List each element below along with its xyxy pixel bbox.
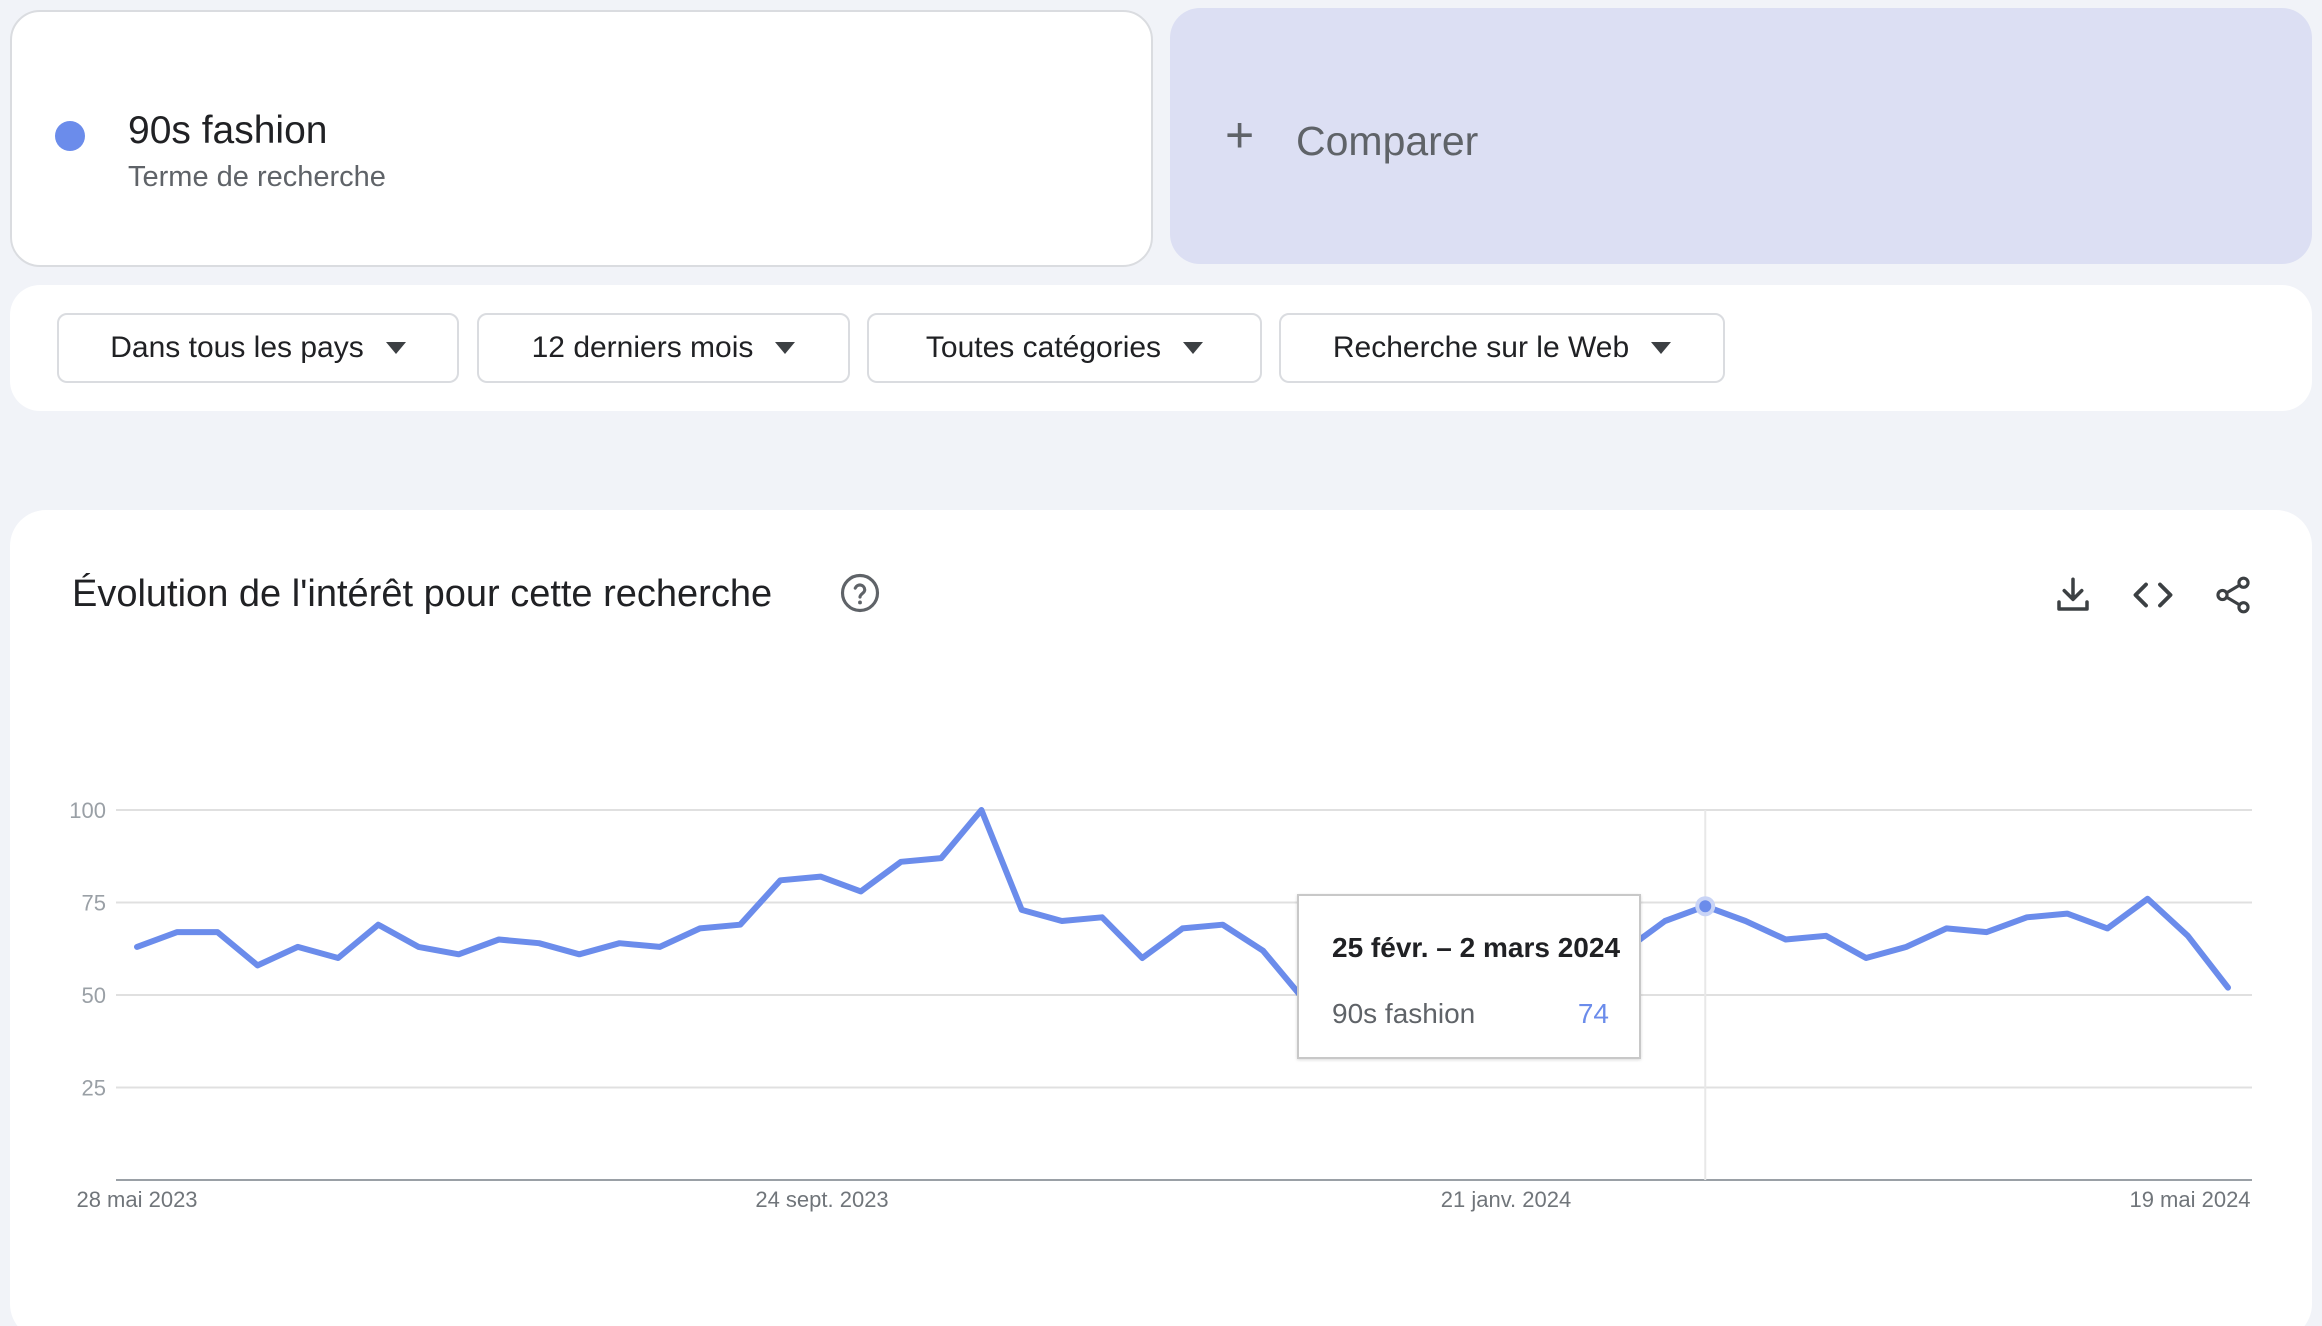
caret-down-icon [775,342,796,354]
compare-button[interactable]: + Comparer [1170,8,2312,264]
series-color-dot [55,121,85,151]
filter-country-label: Dans tous les pays [110,331,364,364]
x-tick-label: 28 mai 2023 [76,1187,197,1212]
filter-country[interactable]: Dans tous les pays [57,313,459,383]
tooltip-date: 25 févr. – 2 mars 2024 [1332,932,1621,963]
highlight-point [1699,900,1712,913]
line-chart[interactable]: 25 50 75 100 28 mai 2023 24 sept. 2023 21 janv… [10,510,2312,1326]
search-term-name[interactable]: 90s fashion [128,109,327,153]
filter-time-range-label: 12 derniers mois [531,331,754,364]
filter-category[interactable]: Toutes catégories [867,313,1262,383]
x-tick-label: 21 janv. 2024 [1441,1187,1571,1212]
chart-tooltip: 25 févr. – 2 mars 2024 90s fashion 74 [1297,894,1641,1059]
interest-over-time-card: Évolution de l'intérêt pour cette recher… [10,510,2312,1326]
caret-down-icon [1183,342,1204,354]
series-line-90s-fashion [134,807,2231,1002]
filter-search-type[interactable]: Recherche sur le Web [1279,313,1725,383]
x-tick-label: 24 sept. 2023 [755,1187,888,1212]
filters-bar: Dans tous les pays 12 derniers mois Tout… [10,285,2312,411]
plus-icon: + [1225,107,1255,163]
tooltip-value: 74 [1577,998,1609,1029]
filter-time-range[interactable]: 12 derniers mois [477,313,850,383]
filter-search-type-label: Recherche sur le Web [1332,331,1630,364]
search-term-type: Terme de recherche [128,161,386,193]
x-tick-label: 19 mai 2024 [2129,1187,2250,1212]
y-tick-label: 100 [69,798,106,823]
caret-down-icon [1651,342,1672,354]
y-tick-label: 25 [82,1076,106,1101]
tooltip-series-name: 90s fashion [1332,998,1476,1029]
y-tick-label: 50 [82,983,106,1008]
search-term-card[interactable]: 90s fashion Terme de recherche [10,10,1153,267]
filter-category-label: Toutes catégories [925,331,1162,364]
compare-label: Comparer [1296,118,1479,164]
caret-down-icon [385,342,406,354]
y-tick-label: 75 [82,891,106,916]
